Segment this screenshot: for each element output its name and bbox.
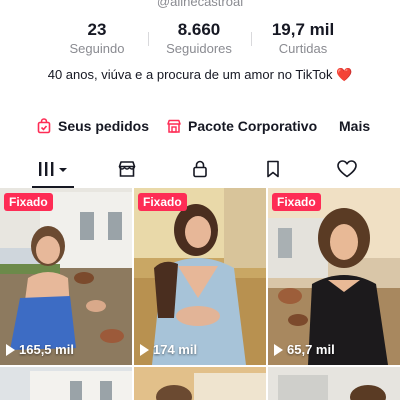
video-thumbnail[interactable] xyxy=(134,367,266,400)
profile-stats: 23 Seguindo 8.660 Seguidores 19,7 mil Cu… xyxy=(0,20,400,60)
stat-following[interactable]: 23 Seguindo xyxy=(42,20,152,58)
lock-icon xyxy=(193,160,207,178)
heart-icon xyxy=(337,160,357,178)
corporate-link[interactable]: Pacote Corporativo xyxy=(166,114,317,138)
likes-count: 19,7 mil xyxy=(271,20,335,39)
followers-label: Seguidores xyxy=(166,41,232,56)
tab-videos[interactable] xyxy=(18,152,88,188)
storefront-icon xyxy=(167,119,181,133)
profile-tabs xyxy=(0,152,400,188)
red-heart-emoji: ❤️ xyxy=(336,67,353,82)
video-thumbnail[interactable]: Fixado 165,5 mil xyxy=(0,188,132,365)
video-grid: Fixado 165,5 mil Fixado 174 mil Fixado 6… xyxy=(0,188,400,400)
pinned-badge: Fixado xyxy=(4,193,53,211)
shop-icon xyxy=(118,161,136,177)
following-label: Seguindo xyxy=(69,41,125,56)
bio-text: 40 anos, viúva e a procura de um amor no… xyxy=(47,67,333,82)
video-thumbnail[interactable] xyxy=(0,367,132,400)
video-thumbnail-image xyxy=(268,367,400,400)
likes-label: Curtidas xyxy=(278,41,328,56)
bookmark-icon xyxy=(267,160,279,178)
view-count-text: 165,5 mil xyxy=(19,342,74,357)
tab-private[interactable] xyxy=(165,152,235,186)
view-count-text: 174 mil xyxy=(153,342,198,357)
video-thumbnail-image xyxy=(0,188,132,365)
following-count: 23 xyxy=(87,20,107,39)
tab-liked[interactable] xyxy=(312,152,382,186)
orders-link[interactable]: Seus pedidos xyxy=(36,114,149,138)
video-thumbnail-image xyxy=(134,367,266,400)
tab-saved[interactable] xyxy=(238,152,308,186)
video-thumbnail[interactable] xyxy=(268,367,400,400)
stat-likes: 19,7 mil Curtidas xyxy=(248,20,358,58)
play-icon xyxy=(274,343,283,356)
view-count: 165,5 mil xyxy=(6,342,74,357)
video-thumbnail[interactable]: Fixado 65,7 mil xyxy=(268,188,400,365)
profile-handle: @alinecastroal xyxy=(156,0,244,9)
pinned-badge: Fixado xyxy=(138,193,187,211)
video-thumbnail[interactable]: Fixado 174 mil xyxy=(134,188,266,365)
video-thumbnail-image xyxy=(268,188,400,365)
stat-followers[interactable]: 8.660 Seguidores xyxy=(144,20,254,58)
orders-label: Seus pedidos xyxy=(58,118,150,134)
play-icon xyxy=(140,343,149,356)
more-label: Mais xyxy=(339,118,371,134)
profile-links: Seus pedidos Pacote Corporativo Mais xyxy=(0,114,400,138)
view-count-text: 65,7 mil xyxy=(287,342,335,357)
video-thumbnail-image xyxy=(134,188,266,365)
followers-count: 8.660 xyxy=(177,20,221,39)
tab-shop[interactable] xyxy=(92,152,162,186)
corporate-label: Pacote Corporativo xyxy=(188,118,318,134)
more-link[interactable]: Mais xyxy=(339,114,370,138)
pinned-badge: Fixado xyxy=(272,193,321,211)
shopping-bag-icon xyxy=(37,118,51,134)
view-count: 65,7 mil xyxy=(274,342,335,357)
profile-bio: 40 anos, viúva e a procura de um amor no… xyxy=(40,66,360,83)
view-count: 174 mil xyxy=(140,342,197,357)
video-thumbnail-image xyxy=(0,367,132,400)
grid-icon xyxy=(39,162,67,176)
play-icon xyxy=(6,343,15,356)
